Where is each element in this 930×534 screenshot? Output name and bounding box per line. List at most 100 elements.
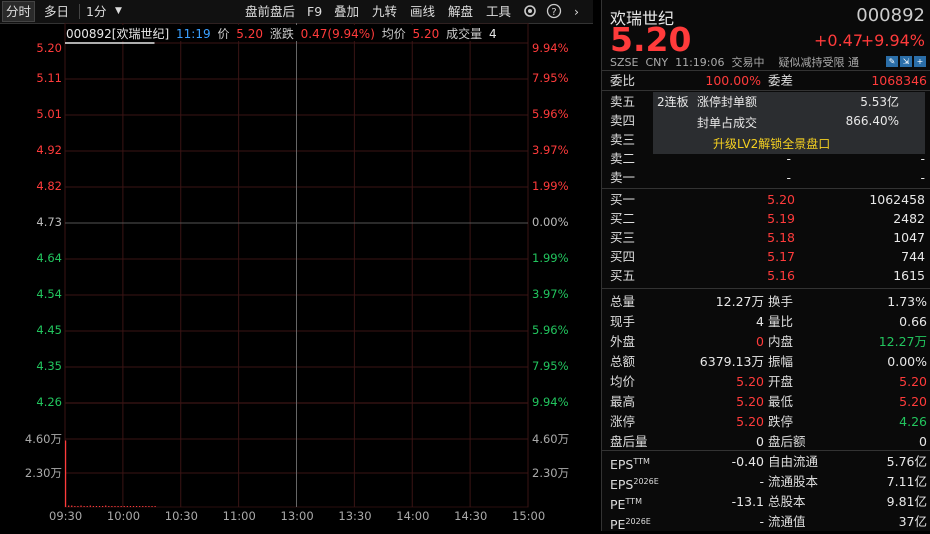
pct-tick-label: 3.97%	[532, 143, 569, 157]
buy-price: 5.19	[767, 211, 795, 226]
exchange: SZSE	[610, 56, 639, 69]
volume-bar	[77, 506, 79, 507]
chart-price: 5.20	[236, 27, 263, 41]
add-icon[interactable]: +	[914, 56, 926, 67]
fundamental-row: EPS2026E - 流通股本 7.11亿	[602, 472, 930, 494]
pct-tick-label: 5.96%	[532, 323, 569, 337]
panel-row: 外盘 0 内盘 12.27万	[602, 332, 930, 351]
upgrade-link[interactable]: 升级LV2解锁全景盘口	[713, 135, 830, 152]
volume-tick-label: 4.60万	[24, 432, 62, 446]
volume-bar	[132, 506, 135, 507]
analysis-button[interactable]: 解盘	[448, 3, 473, 20]
price-tick-label: 5.20	[36, 41, 62, 55]
chart-avg: 5.20	[412, 27, 440, 41]
commission-diff: 1068346	[871, 73, 927, 88]
volume-bar	[108, 506, 110, 507]
f9-button[interactable]: F9	[307, 3, 322, 20]
svg-text:?: ?	[551, 7, 556, 18]
divider	[602, 288, 930, 289]
tab-multi-day[interactable]: 多日	[44, 3, 69, 20]
pin-icon[interactable]: ⇲	[900, 56, 912, 67]
commission-row: 委比 100.00% 委差 1068346	[602, 71, 930, 90]
chart-volume: 4	[488, 27, 497, 41]
pct-tick-label: 0.00%	[532, 215, 569, 229]
edit-icon[interactable]: ✎	[886, 56, 898, 67]
tab-1min[interactable]: 1分	[86, 3, 106, 20]
sell-price: -	[786, 170, 791, 185]
volume-tick-label: 2.30万	[532, 466, 570, 480]
stat-label: 总额	[610, 354, 636, 369]
volume-bar	[120, 506, 122, 507]
premarket-button[interactable]: 盘前盘后	[245, 3, 295, 20]
tools-button[interactable]: 工具	[486, 3, 511, 20]
buy-level-label: 买二	[610, 211, 636, 226]
volume-bar	[89, 505, 91, 507]
volume-label: 成交量	[446, 27, 483, 41]
draw-line-button[interactable]: 画线	[410, 3, 435, 20]
panel-row: 总量 12.27万 换手 1.73%	[602, 292, 930, 311]
fundamental-label: EPS2026E	[610, 472, 659, 494]
time-tick-label: 15:00	[512, 509, 546, 523]
volume-bar	[145, 506, 147, 507]
price-tick-label: 4.54	[36, 287, 62, 301]
price-tick-label: 4.82	[36, 179, 62, 193]
buy-level-label: 买三	[610, 230, 636, 245]
volume-bar	[135, 506, 138, 507]
fundamental-label-main: PE	[610, 497, 626, 513]
buy-volume: 2482	[893, 211, 925, 226]
fundamental-value: -13.1	[731, 494, 764, 509]
stat-label: 最低	[768, 394, 794, 409]
panel-row: 卖一 - -	[602, 168, 930, 187]
volume-bar	[139, 506, 141, 507]
buy-price: 5.18	[767, 230, 795, 245]
sell-volume: -	[920, 170, 925, 185]
volume-bar	[151, 506, 153, 507]
fundamental-label: EPSTTM	[610, 452, 650, 474]
panel-row: 买三 5.18 1047	[602, 228, 930, 247]
volume-bar	[117, 506, 119, 507]
intraday-chart[interactable]: 000892[欢瑞世纪] 11:19 价 5.20 涨跌 0.47(9.94%)…	[0, 23, 593, 531]
pct-tick-label: 9.94%	[532, 395, 569, 409]
divider	[602, 450, 930, 451]
panel-row: 现手 4 量比 0.66	[602, 312, 930, 331]
stat-value: 1.73%	[887, 294, 927, 309]
chart-toolbar: 分时 多日 1分 ▼ 盘前盘后 F9 叠加 九转 画线 解盘 工具 ? ›	[0, 0, 593, 24]
nine-turn-button[interactable]: 九转	[372, 3, 397, 20]
panel-row: 买四 5.17 744	[602, 247, 930, 266]
reduction-note: 疑似减持受限	[778, 56, 845, 69]
quote-panel: 欢瑞世纪 000892 5.20 +0.47 +9.94% SZSE CNY 1…	[601, 0, 930, 532]
seal-amount-label: 涨停封单额	[697, 95, 758, 109]
chevron-right-icon[interactable]: ›	[574, 3, 579, 20]
chevron-down-icon[interactable]: ▼	[115, 3, 122, 20]
buy-level-label: 买四	[610, 249, 636, 264]
time-tick-label: 13:30	[338, 509, 372, 523]
volume-bar	[80, 505, 82, 507]
fundamental-value: -	[759, 514, 764, 529]
help-icon[interactable]: ?	[546, 3, 562, 20]
volume-bar	[92, 506, 94, 507]
stat-label: 振幅	[768, 354, 794, 369]
volume-bar	[148, 506, 150, 507]
seal-ratio-label: 封单占成交	[697, 116, 758, 130]
volume-bar	[65, 440, 67, 507]
overlay-button[interactable]: 叠加	[334, 3, 359, 20]
gear-icon[interactable]	[522, 3, 538, 20]
divider	[602, 90, 930, 91]
price-change-pct: +9.94%	[860, 31, 925, 50]
pct-tick-label: 5.96%	[532, 107, 569, 121]
fundamental-value: -0.40	[731, 454, 764, 469]
fundamental-label: 流通值	[768, 514, 806, 529]
volume-bar	[95, 506, 98, 507]
stock-code: 000892	[856, 5, 925, 26]
buy-volume: 744	[901, 249, 925, 264]
fundamental-label-sup: 2026E	[633, 477, 659, 486]
fundamental-value: 9.81亿	[886, 494, 927, 509]
fundamental-label-sup: TTM	[633, 457, 650, 466]
fundamental-row: EPSTTM -0.40 自由流通 5.76亿	[602, 452, 930, 474]
volume-bar	[102, 506, 104, 507]
tab-intraday[interactable]: 分时	[2, 1, 36, 22]
volume-bar	[68, 505, 70, 507]
stat-label: 外盘	[610, 334, 636, 349]
panel-row: 总额 6379.13万 振幅 0.00%	[602, 352, 930, 371]
stat-label: 盘后额	[768, 434, 806, 449]
